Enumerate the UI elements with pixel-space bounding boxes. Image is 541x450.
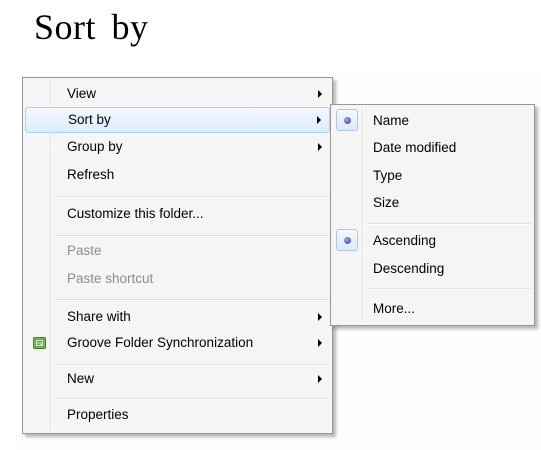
menu-item-properties[interactable]: Properties	[25, 402, 330, 428]
submenu-arrow-icon	[318, 313, 322, 321]
menu-item-label: Paste	[67, 243, 102, 258]
menu-item-label: Customize this folder...	[67, 206, 204, 221]
menu-item-label: Refresh	[67, 167, 115, 182]
menu-item-view[interactable]: View	[25, 81, 330, 107]
submenu-arrow-icon	[318, 375, 322, 383]
menu-item-label: Size	[373, 195, 400, 210]
menu-item-label: More...	[373, 301, 416, 316]
menu-item-label: View	[67, 86, 97, 101]
menu-item-label: Descending	[373, 261, 445, 276]
menu-item-label: Name	[373, 113, 410, 128]
radio-check-indicator	[336, 229, 358, 251]
menu-item-share-with[interactable]: Share with	[25, 304, 330, 330]
submenu-arrow-icon	[317, 116, 321, 124]
menu-item-paste: Paste	[25, 238, 330, 264]
sort-item-descending[interactable]: Descending	[333, 256, 532, 282]
sort-item-more[interactable]: More...	[333, 296, 532, 322]
menu-item-groove-sync[interactable]: Groove Folder Synchronization	[25, 330, 330, 356]
submenu-arrow-icon	[318, 143, 322, 151]
menu-item-label: New	[67, 371, 95, 386]
menu-item-new[interactable]: New	[25, 366, 330, 392]
menu-separator	[55, 299, 329, 301]
page-title: Sort by	[34, 7, 149, 47]
sort-item-ascending[interactable]: Ascending	[333, 228, 532, 254]
menu-item-group-by[interactable]: Group by	[25, 134, 330, 160]
radio-check-indicator	[336, 109, 358, 131]
sort-item-name[interactable]: Name	[333, 108, 532, 134]
radio-dot-icon	[344, 117, 351, 124]
menu-item-label: Properties	[67, 407, 129, 422]
menu-separator	[55, 235, 329, 237]
menu-item-paste-shortcut: Paste shortcut	[25, 266, 330, 292]
groove-sync-icon	[33, 337, 46, 349]
menu-separator	[55, 398, 329, 400]
submenu-arrow-icon	[318, 90, 322, 98]
menu-item-refresh[interactable]: Refresh	[25, 162, 330, 188]
radio-dot-icon	[344, 237, 351, 244]
sort-item-type[interactable]: Type	[333, 163, 532, 189]
context-menu: View Sort by Group by Refresh Customize …	[22, 77, 333, 434]
menu-item-label: Groove Folder Synchronization	[67, 335, 254, 350]
menu-item-label: Group by	[67, 139, 123, 154]
menu-item-label: Paste shortcut	[67, 271, 154, 286]
menu-item-customize-folder[interactable]: Customize this folder...	[25, 201, 330, 227]
menu-separator	[367, 288, 531, 290]
sort-item-size[interactable]: Size	[333, 190, 532, 216]
submenu-arrow-icon	[318, 339, 322, 347]
menu-item-label: Date modified	[373, 140, 457, 155]
menu-item-sort-by[interactable]: Sort by	[25, 107, 330, 133]
sort-by-submenu: Name Date modified Type Size Ascending D…	[330, 104, 535, 326]
menu-separator	[367, 223, 531, 225]
menu-separator	[55, 196, 329, 198]
menu-item-label: Share with	[67, 309, 131, 324]
sort-item-date-modified[interactable]: Date modified	[333, 135, 532, 161]
desktop-area: Sort by View Sort by Group by Refresh Cu…	[0, 0, 541, 450]
menu-item-label: Type	[373, 168, 403, 183]
menu-item-label: Sort by	[68, 112, 111, 127]
menu-item-label: Ascending	[373, 233, 437, 248]
